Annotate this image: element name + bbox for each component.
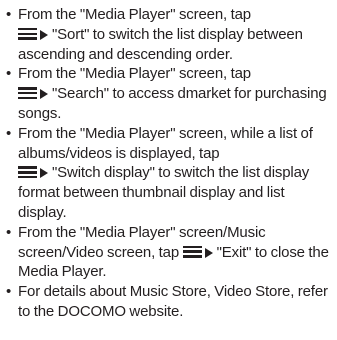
instruction-text: "Search" to access dmarket for purchasin… xyxy=(18,85,327,122)
bullet-dot: • xyxy=(6,124,12,142)
instruction-text: "Switch display" to switch the list disp… xyxy=(18,164,310,221)
arrow-right-icon xyxy=(204,247,213,258)
menu-icon xyxy=(18,27,37,40)
bullet-dot: • xyxy=(6,283,12,301)
instruction-text: From the "Media Player" screen, while a … xyxy=(18,124,313,162)
arrow-right-icon xyxy=(40,29,48,40)
instruction-text: From the "Media Player" screen, tap xyxy=(18,65,251,83)
list-item-switch-display: • From the "Media Player" screen, while … xyxy=(6,124,331,223)
list-item-search: • From the "Media Player" screen, tap "S… xyxy=(6,64,331,123)
instruction-text: For details about Music Store, Video Sto… xyxy=(18,283,328,320)
bullet-dot: • xyxy=(6,6,12,23)
arrow-right-icon xyxy=(40,89,48,100)
instructions-content: • From the "Media Player" screen, tap "S… xyxy=(0,0,337,340)
bullet-dot: • xyxy=(6,65,12,83)
bullet-dot: • xyxy=(6,223,12,241)
list-item-sort: • From the "Media Player" screen, tap "S… xyxy=(6,5,331,64)
arrow-right-icon xyxy=(40,168,48,179)
list-item-store-details: • For details about Music Store, Video S… xyxy=(6,282,331,322)
menu-icon xyxy=(18,166,37,179)
instruction-list: • From the "Media Player" screen, tap "S… xyxy=(6,5,331,322)
instruction-text: From the "Media Player" screen, tap xyxy=(18,6,251,23)
menu-icon xyxy=(182,245,202,258)
instruction-text: "Sort" to switch the list display betwee… xyxy=(18,25,303,63)
list-item-exit: • From the "Media Player" screen/Music s… xyxy=(6,223,331,282)
menu-icon xyxy=(18,87,37,100)
